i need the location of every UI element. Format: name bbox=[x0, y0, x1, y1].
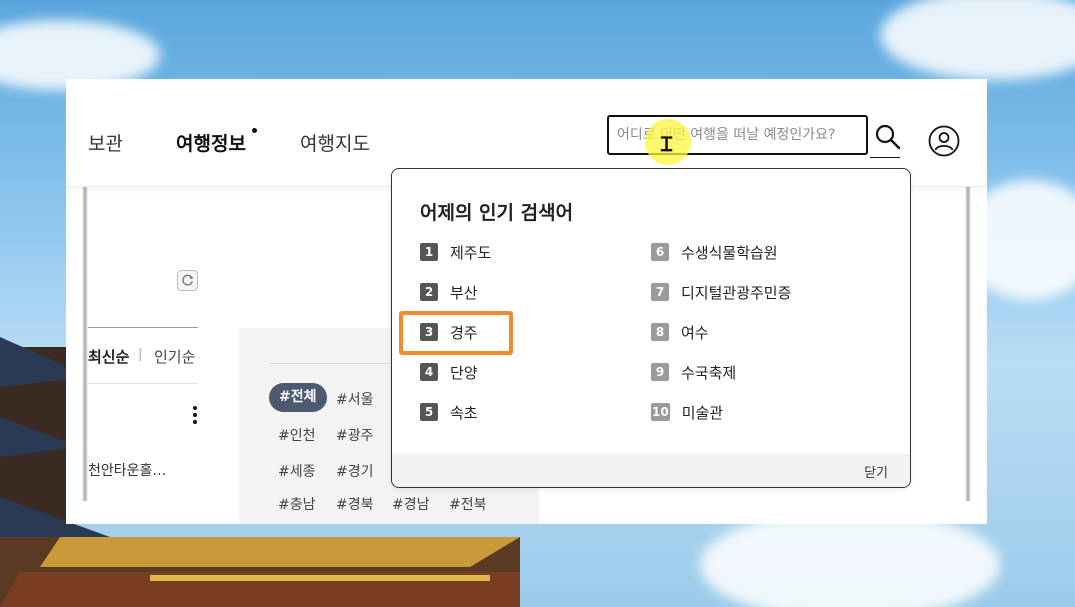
rank-badge: 5 bbox=[420, 403, 438, 421]
rank-keyword: 수생식물학습원 bbox=[681, 243, 778, 262]
search-button-underline bbox=[870, 157, 900, 158]
sort-popular[interactable]: 인기순 bbox=[154, 346, 195, 367]
rank-badge: 8 bbox=[651, 323, 669, 341]
popular-search-item[interactable]: 4 단양 bbox=[420, 361, 478, 383]
popular-search-item[interactable]: 8 여수 bbox=[651, 321, 709, 343]
text-cursor-icon: Ɪ bbox=[661, 132, 673, 156]
tag-sejong[interactable]: #세종 bbox=[278, 461, 316, 481]
divider bbox=[88, 383, 198, 384]
rank-keyword: 제주도 bbox=[450, 243, 492, 262]
popular-search-item[interactable]: 3 경주 bbox=[420, 321, 478, 343]
rank-keyword: 수국축제 bbox=[681, 363, 737, 382]
rank-keyword: 미술관 bbox=[681, 403, 724, 422]
tag-gyeongbuk[interactable]: #경북 bbox=[336, 494, 374, 514]
popular-searches-dropdown: 어제의 인기 검색어 1 제주도 2 부산 3 경주 4 단양 5 속초 6 수… bbox=[391, 168, 911, 488]
close-button[interactable]: 닫기 bbox=[864, 462, 888, 481]
user-icon[interactable] bbox=[928, 125, 960, 157]
nav-item-storage[interactable]: 보관 bbox=[88, 129, 123, 156]
rank-badge: 1 bbox=[420, 243, 438, 261]
tag-jeonbuk[interactable]: #전북 bbox=[449, 494, 487, 514]
search-icon[interactable] bbox=[874, 123, 902, 151]
more-options-icon[interactable] bbox=[193, 406, 197, 427]
rank-keyword: 디지털관광주민증 bbox=[681, 283, 792, 302]
divider bbox=[269, 363, 409, 364]
tag-all[interactable]: #전체 bbox=[269, 383, 327, 412]
nav-item-travel-map[interactable]: 여행지도 bbox=[300, 129, 370, 156]
sort-latest[interactable]: 최신순 bbox=[88, 346, 129, 367]
tag-gyeonggi[interactable]: #경기 bbox=[336, 461, 374, 481]
new-indicator-dot bbox=[252, 128, 257, 133]
rank-keyword: 부산 bbox=[450, 283, 478, 302]
popular-search-item[interactable]: 7 디지털관광주민증 bbox=[651, 281, 791, 303]
divider bbox=[88, 327, 198, 328]
rank-keyword: 속초 bbox=[450, 403, 478, 422]
rank-badge: 9 bbox=[651, 363, 669, 381]
screen-frame: 보관 여행정보 여행지도 Ɪ 최신순 | 인기순 천안타운홀… bbox=[66, 79, 987, 524]
rank-badge: 10 bbox=[651, 403, 670, 421]
tag-seoul[interactable]: #서울 bbox=[336, 389, 374, 409]
rank-badge: 2 bbox=[420, 283, 438, 301]
tag-gyeongnam[interactable]: #경남 bbox=[392, 494, 430, 514]
nav-item-travel-info[interactable]: 여행정보 bbox=[176, 129, 246, 156]
tag-incheon[interactable]: #인천 bbox=[278, 425, 316, 445]
rank-badge: 7 bbox=[651, 283, 669, 301]
sort-separator: | bbox=[138, 347, 143, 362]
rank-keyword: 단양 bbox=[450, 363, 478, 382]
popular-search-item[interactable]: 6 수생식물학습원 bbox=[651, 241, 778, 263]
popular-search-item[interactable]: 10 미술관 bbox=[651, 401, 723, 423]
list-item-title[interactable]: 천안타운홀… bbox=[88, 460, 166, 480]
refresh-icon bbox=[182, 274, 194, 286]
rank-badge: 6 bbox=[651, 243, 669, 261]
refresh-button[interactable] bbox=[177, 270, 198, 291]
popular-search-item[interactable]: 9 수국축제 bbox=[651, 361, 736, 383]
popular-search-item[interactable]: 5 속초 bbox=[420, 401, 478, 423]
rank-badge: 3 bbox=[420, 323, 438, 341]
tag-gwangju[interactable]: #광주 bbox=[336, 425, 374, 445]
rank-keyword: 경주 bbox=[450, 323, 478, 342]
popular-search-item[interactable]: 2 부산 bbox=[420, 281, 478, 303]
popular-searches-title: 어제의 인기 검색어 bbox=[420, 202, 574, 224]
tag-chungnam[interactable]: #충남 bbox=[278, 494, 316, 514]
dropdown-footer: 닫기 bbox=[392, 454, 910, 487]
popular-search-item[interactable]: 1 제주도 bbox=[420, 241, 491, 263]
rank-badge: 4 bbox=[420, 363, 438, 381]
rank-keyword: 여수 bbox=[681, 323, 709, 342]
